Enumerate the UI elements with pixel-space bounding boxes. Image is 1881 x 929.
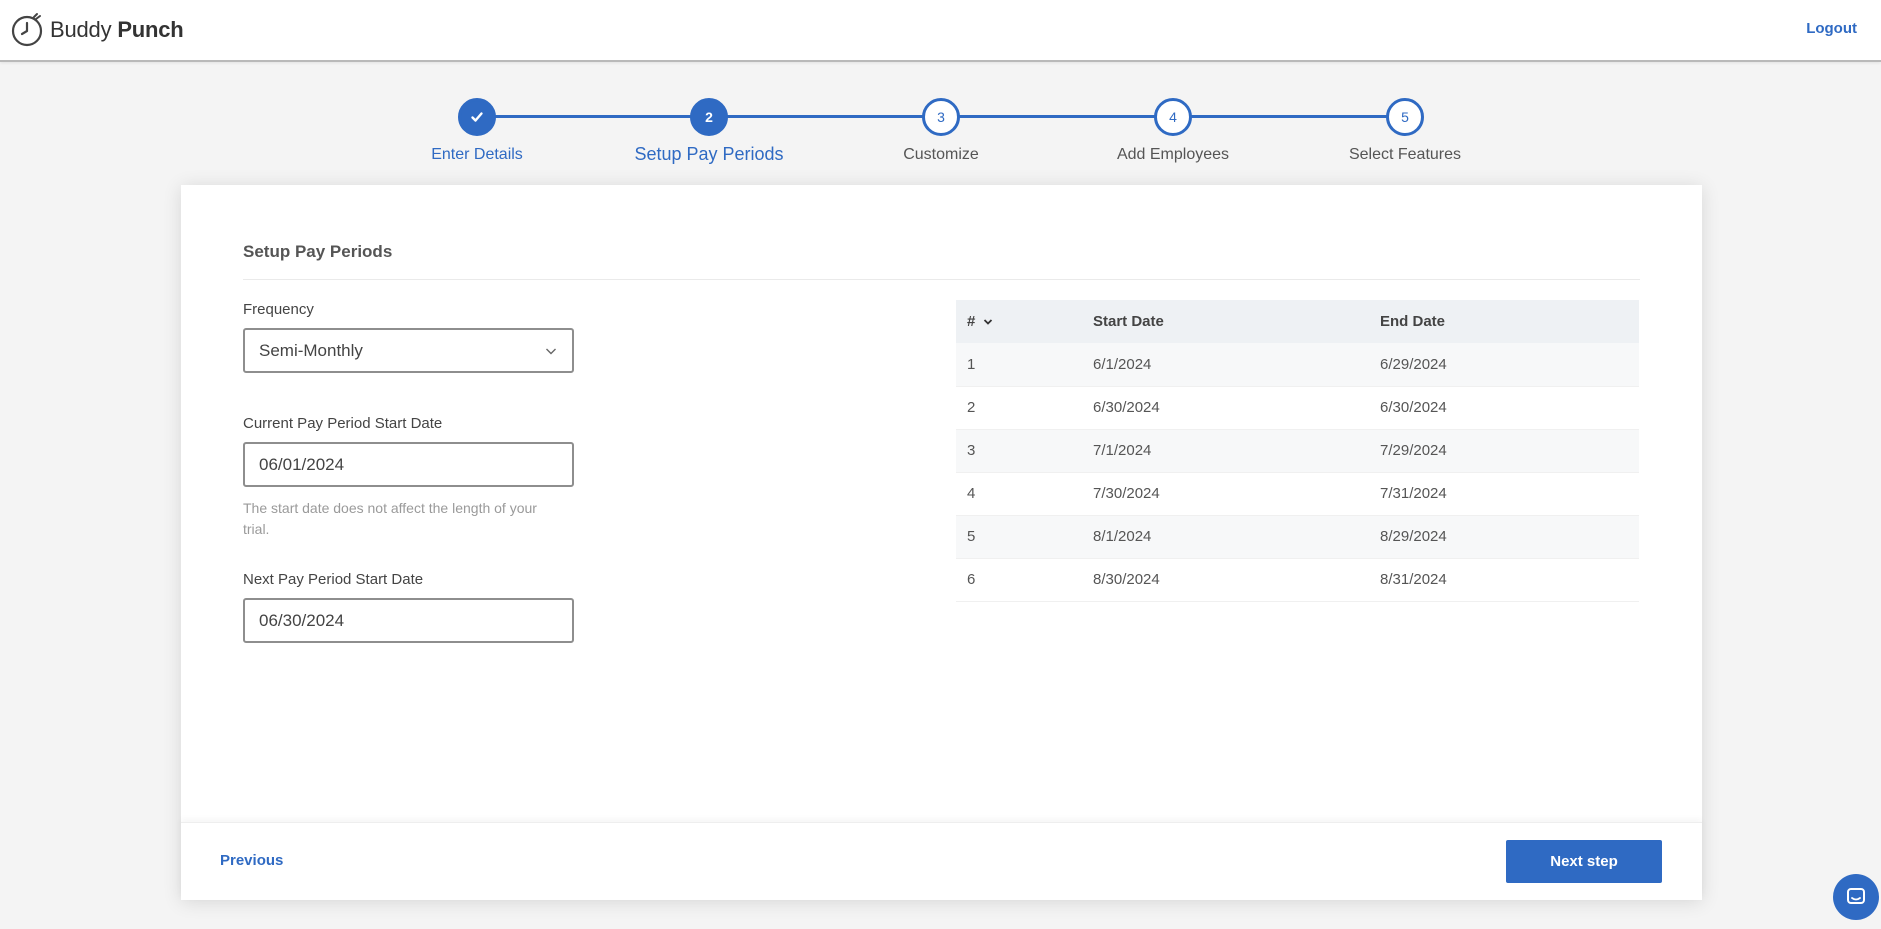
next-start-date-input[interactable] [243,598,574,643]
sort-number-control[interactable]: # [967,313,993,330]
table-row: 2 6/30/2024 6/30/2024 [956,386,1639,430]
column-header-start-date: Start Date [1082,300,1369,343]
sort-chevron-down-icon [984,318,993,325]
stopwatch-logo-icon [11,13,43,47]
frequency-select-value: Semi-Monthly [259,340,363,360]
buddy-punch-logo[interactable]: Buddy Punch [10,12,184,48]
frequency-label: Frequency [243,301,314,318]
row-number: 6 [956,558,1082,602]
row-end-date: 6/30/2024 [1369,386,1639,430]
column-header-number[interactable]: # [956,300,1082,343]
logo-text-bold: Punch [117,17,184,42]
row-end-date: 7/29/2024 [1369,429,1639,473]
step-1-label: Enter Details [431,146,523,163]
step-add-employees[interactable]: 4 Add Employees [1057,98,1289,164]
step-customize[interactable]: 3 Customize [825,98,1057,164]
row-end-date: 8/31/2024 [1369,558,1639,602]
step-3-label: Customize [903,146,979,163]
chevron-down-icon [546,348,556,355]
column-header-number-label: # [967,313,976,330]
row-number: 2 [956,386,1082,430]
logo-text: Buddy Punch [50,17,184,43]
table-header-row: # Start Date End Date [956,300,1639,343]
table-row: 5 8/1/2024 8/29/2024 [956,515,1639,559]
frequency-select[interactable]: Semi-Monthly [243,328,574,373]
row-start-date: 6/30/2024 [1082,386,1369,430]
logout-link[interactable]: Logout [1806,20,1857,37]
row-end-date: 6/29/2024 [1369,343,1639,387]
row-number: 3 [956,429,1082,473]
table-row: 4 7/30/2024 7/31/2024 [956,472,1639,516]
row-number: 1 [956,343,1082,387]
next-start-date-label: Next Pay Period Start Date [243,571,424,588]
pay-periods-card: Setup Pay Periods Frequency Semi-Monthly… [181,185,1702,900]
progress-stepper: Enter Details 2 Setup Pay Periods 3 Cust… [0,98,1881,168]
row-start-date: 8/1/2024 [1082,515,1369,559]
step-4-label: Add Employees [1116,146,1230,163]
row-start-date: 8/30/2024 [1082,558,1369,602]
table-row: 1 6/1/2024 6/29/2024 [956,343,1639,387]
step-2-label: Setup Pay Periods [634,144,784,164]
step-5-circle: 5 [1386,98,1424,136]
step-setup-pay-periods[interactable]: 2 Setup Pay Periods [593,98,825,165]
logo-text-light: Buddy [50,17,112,42]
table-row: 6 8/30/2024 8/31/2024 [956,558,1639,602]
step-4-circle: 4 [1154,98,1192,136]
current-start-date-input[interactable] [243,442,574,487]
step-enter-details[interactable]: Enter Details [361,98,593,164]
row-start-date: 6/1/2024 [1082,343,1369,387]
row-start-date: 7/1/2024 [1082,429,1369,473]
step-2-circle: 2 [690,98,728,136]
row-number: 5 [956,515,1082,559]
row-number: 4 [956,472,1082,516]
row-end-date: 8/29/2024 [1369,515,1639,559]
start-date-hint: The start date does not affect the lengt… [243,500,537,537]
row-end-date: 7/31/2024 [1369,472,1639,516]
step-select-features[interactable]: 5 Select Features [1289,98,1521,164]
column-header-end-date: End Date [1369,300,1639,343]
pay-periods-table: # Start Date End Date 1 6/1/2024 6/29/20… [956,300,1639,602]
step-3-circle: 3 [922,98,960,136]
table-row: 3 7/1/2024 7/29/2024 [956,429,1639,473]
step-5-label: Select Features [1348,146,1462,163]
card-title: Setup Pay Periods [243,242,1640,280]
check-icon [471,112,483,122]
next-step-button[interactable]: Next step [1506,840,1662,883]
step-1-circle [458,98,496,136]
chat-icon [1847,888,1865,904]
top-bar: Buddy Punch Logout [0,0,1881,62]
current-start-date-label: Current Pay Period Start Date [243,415,443,432]
previous-link[interactable]: Previous [220,852,283,869]
card-footer: Previous Next step [181,822,1702,900]
chat-launcher-button[interactable] [1833,874,1879,920]
row-start-date: 7/30/2024 [1082,472,1369,516]
